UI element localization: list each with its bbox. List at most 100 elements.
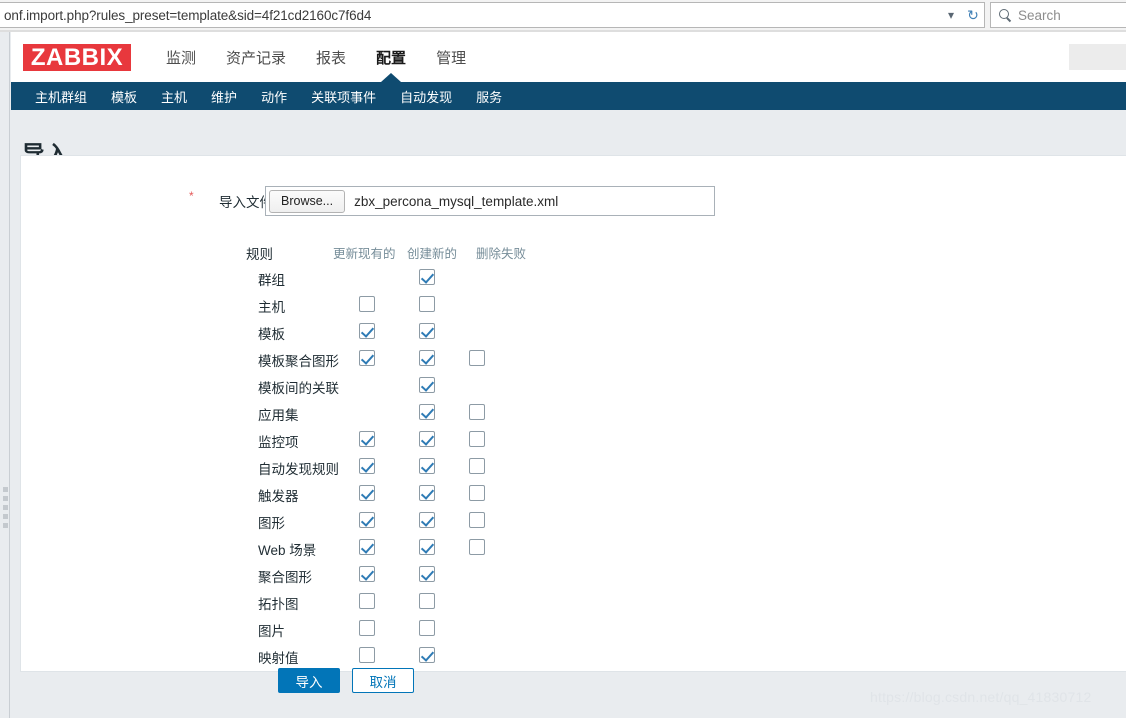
sub-navigation: 主机群组 模板 主机 维护 动作 关联项事件 自动发现 服务 (11, 82, 1126, 110)
rule-checkbox-cell-create-new[interactable] (419, 512, 435, 528)
subnav-item-templates[interactable]: 模板 (99, 87, 149, 106)
checkbox-create-new[interactable] (419, 431, 435, 447)
rule-checkbox-cell-create-new[interactable] (419, 647, 435, 663)
form-buttons: 导入 取消 (278, 668, 414, 693)
rule-checkbox-cell-delete-missing[interactable] (469, 404, 485, 420)
rule-checkbox-cell-update-existing[interactable] (359, 323, 375, 339)
checkbox-update-existing[interactable] (359, 431, 375, 447)
checkbox-update-existing[interactable] (359, 539, 375, 555)
rule-checkbox-cell-update-existing[interactable] (359, 512, 375, 528)
checkbox-create-new[interactable] (419, 404, 435, 420)
rule-name: 模板间的关联 (258, 381, 339, 396)
rule-checkbox-cell-update-existing[interactable] (359, 620, 375, 636)
checkbox-create-new[interactable] (419, 566, 435, 582)
checkbox-create-new[interactable] (419, 485, 435, 501)
rule-checkbox-cell-update-existing[interactable] (359, 431, 375, 447)
checkbox-create-new[interactable] (419, 458, 435, 474)
rule-checkbox-cell-create-new[interactable] (419, 485, 435, 501)
checkbox-create-new[interactable] (419, 647, 435, 663)
reload-icon[interactable]: ↻ (962, 3, 984, 27)
checkbox-create-new[interactable] (419, 593, 435, 609)
checkbox-update-existing[interactable] (359, 593, 375, 609)
rule-row: 主机 (21, 291, 581, 318)
rule-checkbox-cell-update-existing[interactable] (359, 350, 375, 366)
checkbox-update-existing[interactable] (359, 350, 375, 366)
rule-checkbox-cell-create-new[interactable] (419, 323, 435, 339)
rule-row: 模板间的关联 (21, 372, 581, 399)
browse-button[interactable]: Browse... (269, 189, 346, 213)
rule-checkbox-cell-create-new[interactable] (419, 431, 435, 447)
rule-checkbox-cell-delete-missing[interactable] (469, 539, 485, 555)
checkbox-update-existing[interactable] (359, 566, 375, 582)
checkbox-update-existing[interactable] (359, 647, 375, 663)
rule-name: 自动发现规则 (258, 462, 339, 477)
subnav-item-host-groups[interactable]: 主机群组 (23, 87, 99, 106)
file-input[interactable]: Browse... zbx_percona_mysql_template.xml (265, 186, 715, 216)
checkbox-update-existing[interactable] (359, 512, 375, 528)
subnav-item-maintenance[interactable]: 维护 (199, 87, 249, 106)
rule-checkbox-cell-create-new[interactable] (419, 350, 435, 366)
rule-checkbox-cell-create-new[interactable] (419, 404, 435, 420)
checkbox-create-new[interactable] (419, 512, 435, 528)
checkbox-update-existing[interactable] (359, 296, 375, 312)
chevron-down-icon[interactable]: ▾ (940, 3, 962, 27)
checkbox-create-new[interactable] (419, 350, 435, 366)
rule-checkbox-cell-create-new[interactable] (419, 566, 435, 582)
rule-checkbox-cell-update-existing[interactable] (359, 485, 375, 501)
rule-checkbox-cell-create-new[interactable] (419, 377, 435, 393)
browser-search-box[interactable]: Search (990, 2, 1126, 28)
checkbox-create-new[interactable] (419, 269, 435, 285)
rule-checkbox-cell-create-new[interactable] (419, 269, 435, 285)
subnav-item-discovery[interactable]: 自动发现 (388, 87, 464, 106)
nav-item-administration[interactable]: 管理 (421, 32, 481, 82)
rule-name: 主机 (258, 300, 285, 315)
checkbox-create-new[interactable] (419, 296, 435, 312)
checkbox-update-existing[interactable] (359, 485, 375, 501)
checkbox-create-new[interactable] (419, 539, 435, 555)
nav-item-configuration[interactable]: 配置 (361, 32, 421, 82)
rule-checkbox-cell-update-existing[interactable] (359, 539, 375, 555)
checkbox-create-new[interactable] (419, 377, 435, 393)
rule-checkbox-cell-create-new[interactable] (419, 296, 435, 312)
nav-item-reports[interactable]: 报表 (301, 32, 361, 82)
import-button[interactable]: 导入 (278, 668, 340, 693)
checkbox-create-new[interactable] (419, 620, 435, 636)
checkbox-create-new[interactable] (419, 323, 435, 339)
cancel-button[interactable]: 取消 (352, 668, 414, 693)
rule-checkbox-cell-delete-missing[interactable] (469, 458, 485, 474)
sidebar-drag-handle-icon[interactable] (3, 487, 8, 528)
checkbox-delete-missing[interactable] (469, 539, 485, 555)
subnav-item-services[interactable]: 服务 (464, 87, 514, 106)
rule-checkbox-cell-delete-missing[interactable] (469, 350, 485, 366)
rule-checkbox-cell-delete-missing[interactable] (469, 431, 485, 447)
subnav-item-hosts[interactable]: 主机 (149, 87, 199, 106)
checkbox-update-existing[interactable] (359, 458, 375, 474)
subnav-item-event-correlation[interactable]: 关联项事件 (299, 87, 388, 106)
checkbox-update-existing[interactable] (359, 323, 375, 339)
rule-name: 监控项 (258, 435, 299, 450)
rule-checkbox-cell-update-existing[interactable] (359, 566, 375, 582)
checkbox-delete-missing[interactable] (469, 404, 485, 420)
checkbox-delete-missing[interactable] (469, 350, 485, 366)
rule-checkbox-cell-create-new[interactable] (419, 458, 435, 474)
rule-checkbox-cell-update-existing[interactable] (359, 593, 375, 609)
zabbix-logo[interactable]: ZABBIX (23, 44, 131, 71)
subnav-item-actions[interactable]: 动作 (249, 87, 299, 106)
rule-checkbox-cell-delete-missing[interactable] (469, 485, 485, 501)
checkbox-update-existing[interactable] (359, 620, 375, 636)
rule-row: 映射值 (21, 642, 581, 669)
rule-checkbox-cell-update-existing[interactable] (359, 296, 375, 312)
checkbox-delete-missing[interactable] (469, 458, 485, 474)
checkbox-delete-missing[interactable] (469, 485, 485, 501)
rule-checkbox-cell-update-existing[interactable] (359, 647, 375, 663)
rule-checkbox-cell-create-new[interactable] (419, 620, 435, 636)
rule-checkbox-cell-create-new[interactable] (419, 539, 435, 555)
address-bar[interactable]: onf.import.php?rules_preset=template&sid… (0, 2, 985, 28)
nav-item-inventory[interactable]: 资产记录 (211, 32, 301, 82)
rule-checkbox-cell-create-new[interactable] (419, 593, 435, 609)
checkbox-delete-missing[interactable] (469, 512, 485, 528)
rule-checkbox-cell-update-existing[interactable] (359, 458, 375, 474)
checkbox-delete-missing[interactable] (469, 431, 485, 447)
nav-item-monitoring[interactable]: 监测 (151, 32, 211, 82)
rule-checkbox-cell-delete-missing[interactable] (469, 512, 485, 528)
